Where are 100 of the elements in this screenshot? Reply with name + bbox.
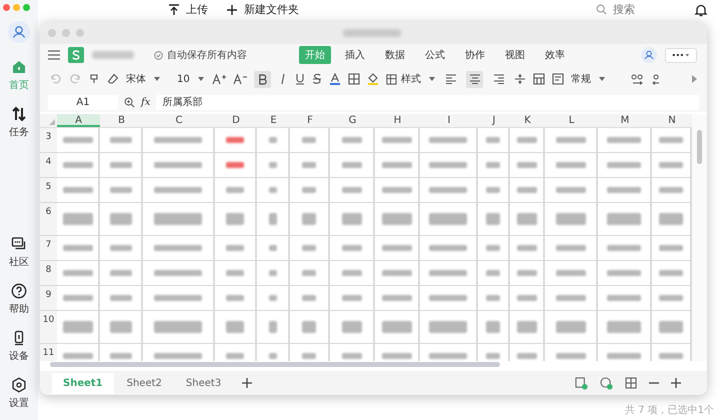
underline-icon[interactable] (295, 73, 305, 85)
redacted-text (62, 270, 92, 276)
scroll-right-icon[interactable] (691, 75, 697, 83)
redacted-text (62, 187, 92, 193)
zoom-in-icon[interactable] (671, 378, 681, 388)
formula-input[interactable]: 所属系部 (156, 94, 699, 110)
menu-tab[interactable]: 效率 (539, 46, 571, 64)
row-header[interactable]: 5 (40, 178, 57, 202)
sheet-tab[interactable]: Sheet2 (116, 372, 173, 394)
column-header[interactable]: N (652, 114, 692, 127)
menu-tab[interactable]: 视图 (499, 46, 531, 64)
merge-cells-icon[interactable] (533, 73, 545, 85)
redacted-text (607, 295, 641, 301)
increase-decimal-icon[interactable] (630, 73, 644, 85)
column-header[interactable]: M (598, 114, 652, 127)
redacted-filename (92, 51, 134, 59)
column-header[interactable]: I (420, 114, 478, 127)
column-header[interactable]: F (290, 114, 330, 127)
redacted-text (556, 213, 586, 225)
align-center-button[interactable] (466, 70, 483, 88)
menu-tab[interactable]: 协作 (459, 46, 491, 64)
wrap-text-icon[interactable] (552, 73, 564, 85)
number-format-select[interactable]: 常规 (571, 72, 623, 86)
row-header[interactable]: 7 (40, 236, 57, 260)
redacted-text (486, 213, 500, 225)
row-header[interactable]: 9 (40, 286, 57, 310)
decrease-font-icon[interactable] (233, 73, 247, 85)
column-header[interactable]: G (330, 114, 375, 127)
menu-tab[interactable]: 插入 (339, 46, 371, 64)
font-select[interactable]: 宋体 (126, 72, 170, 86)
redacted-text (268, 295, 276, 301)
fill-color-icon[interactable] (367, 73, 379, 85)
font-size-select[interactable]: 10 (177, 74, 205, 84)
strikethrough-icon[interactable] (312, 73, 322, 85)
font-color-icon[interactable] (329, 73, 341, 85)
redacted-text (268, 270, 276, 276)
redacted-text (342, 321, 362, 333)
function-label[interactable]: fx (141, 96, 150, 108)
search-field[interactable]: 搜索 (611, 2, 675, 16)
column-header[interactable]: L (545, 114, 598, 127)
cell-style-select[interactable]: 样式 (386, 72, 435, 86)
column-header[interactable]: C (143, 114, 215, 127)
scrollbar-thumb[interactable] (697, 130, 702, 164)
zoom-icon[interactable] (124, 96, 135, 108)
globe-check-icon[interactable] (600, 376, 613, 390)
column-header[interactable]: H (375, 114, 420, 127)
redacted-text (556, 187, 586, 193)
row-header[interactable]: 6 (40, 203, 57, 235)
row-header[interactable]: 3 (40, 128, 57, 152)
sidebar-item[interactable]: 任务 (9, 106, 29, 139)
column-header[interactable]: E (257, 114, 290, 127)
redacted-text (516, 187, 536, 193)
cell-reference-field[interactable]: A1 (48, 94, 118, 110)
sidebar-item[interactable]: 设备 (9, 330, 29, 363)
sheet-check-icon[interactable] (575, 376, 588, 390)
redacted-text (268, 137, 276, 143)
column-header[interactable]: J (478, 114, 510, 127)
collaborator-avatar-icon[interactable] (641, 47, 657, 63)
format-painter-icon[interactable] (88, 73, 100, 85)
bold-button[interactable] (254, 70, 271, 88)
redacted-text (429, 321, 467, 333)
redacted-text (382, 353, 412, 359)
redacted-text (342, 137, 362, 143)
sheet-tab[interactable]: Sheet3 (174, 372, 232, 394)
sidebar-item[interactable]: 社区 (9, 236, 29, 269)
upload-button[interactable]: 上传 (168, 2, 208, 17)
menu-tab[interactable]: 公式 (419, 46, 451, 64)
row-header[interactable]: 8 (40, 261, 57, 285)
settings-icon (11, 377, 27, 393)
column-header[interactable]: D (215, 114, 257, 127)
scrollbar-thumb[interactable] (50, 362, 500, 367)
menu-tab[interactable]: 数据 (379, 46, 411, 64)
new-folder-button[interactable]: 新建文件夹 (226, 2, 299, 17)
borders-icon[interactable] (348, 73, 360, 85)
increase-font-icon[interactable] (212, 73, 226, 85)
redacted-text (110, 162, 132, 168)
column-header[interactable]: A (57, 114, 100, 127)
more-button[interactable] (665, 48, 697, 62)
row-header[interactable]: 10 (40, 311, 57, 343)
bell-icon[interactable] (694, 2, 708, 16)
column-header[interactable]: B (100, 114, 143, 127)
user-avatar-icon[interactable] (8, 21, 30, 43)
row-header[interactable]: 11 (40, 344, 57, 361)
redacted-text (62, 137, 92, 143)
vertical-align-icon[interactable] (514, 73, 526, 85)
redacted-text (268, 245, 276, 251)
redacted-text (154, 245, 202, 251)
layout-icon[interactable] (625, 377, 637, 389)
redacted-text (382, 270, 412, 276)
row-header[interactable]: 4 (40, 153, 57, 177)
close-button[interactable] (3, 4, 10, 11)
redacted-text (486, 321, 500, 333)
sidebar-item[interactable]: 帮助 (9, 283, 29, 316)
sidebar-item[interactable]: 设置 (9, 377, 29, 410)
eraser-icon[interactable] (107, 73, 119, 85)
menu-icon[interactable] (48, 50, 60, 60)
redacted-text (302, 187, 316, 193)
add-sheet-icon[interactable] (242, 378, 252, 388)
decrease-decimal-icon[interactable] (651, 73, 661, 85)
column-header[interactable]: K (510, 114, 545, 127)
